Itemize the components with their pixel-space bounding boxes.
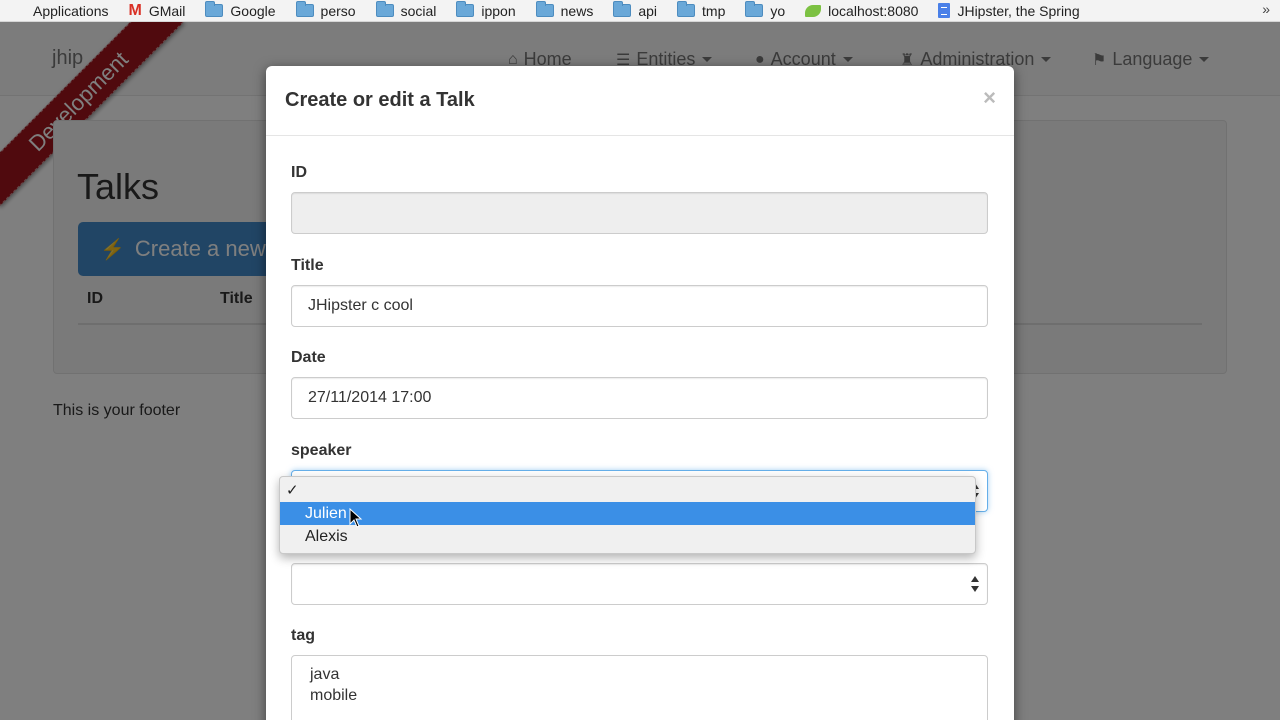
modal-header: Create or edit a Talk × [266,66,1014,136]
dropdown-option-julien[interactable]: Julien [280,502,975,525]
id-field [291,192,988,234]
bookmark-label: ippon [481,2,516,19]
folder-icon [375,1,394,17]
bookmark-jhipster[interactable]: JHipster, the Spring [938,2,1080,19]
bookmarks-overflow-icon[interactable]: » [1262,1,1270,17]
bookmark-api[interactable]: api [613,1,658,19]
bookmark-label: api [638,2,658,19]
dropdown-option-empty[interactable]: ✓ [280,478,975,501]
folder-icon [205,1,224,17]
title-label: Title [291,257,324,274]
bookmark-label: JHipster, the Spring [957,2,1080,19]
tag-label: tag [291,627,315,644]
bookmark-label: yo [770,2,786,19]
bookmark-localhost[interactable]: localhost:8080 [805,3,918,19]
mouse-cursor-icon [349,508,363,528]
bookmark-label: Google [230,2,276,19]
select-arrows-icon [971,576,979,594]
option-label: Alexis [305,527,348,545]
tag-line: mobile [310,687,358,704]
close-icon[interactable]: × [983,85,996,111]
bookmark-ippon[interactable]: ippon [456,1,516,19]
spring-leaf-icon [805,4,822,17]
modal-title: Create or edit a Talk [285,89,475,111]
gmail-icon: M [128,1,142,19]
id-label: ID [291,164,307,181]
option-label: Julien [305,504,347,522]
folder-icon [456,1,475,17]
title-field[interactable]: JHipster c cool [291,285,988,327]
bookmark-label: social [400,2,437,19]
bookmark-news[interactable]: news [535,1,594,19]
bookmark-social[interactable]: social [375,1,437,19]
folder-icon [745,1,764,17]
bookmark-label: news [560,2,594,19]
bookmark-perso[interactable]: perso [295,1,356,19]
tag-line: java [310,666,340,683]
talk-edit-modal: Create or edit a Talk × ID Title JHipste… [266,66,1014,720]
bookmark-gmail[interactable]: M GMail [129,2,186,20]
date-field[interactable]: 27/11/2014 17:00 [291,377,988,419]
document-icon [938,3,951,18]
folder-icon [295,1,314,17]
folder-icon [677,1,696,17]
date-label: Date [291,349,326,366]
bookmark-yo[interactable]: yo [745,1,786,19]
bookmark-label: localhost:8080 [828,2,919,19]
apps-icon [12,4,26,18]
second-select[interactable] [291,563,988,605]
bookmark-label: tmp [702,2,726,19]
bookmark-applications[interactable]: Applications [12,3,109,19]
bookmarks-bar: Applications M GMail Google perso social… [0,0,1280,22]
folder-icon [613,1,632,17]
speaker-dropdown-menu: ✓ Julien Alexis [279,476,976,554]
dropdown-option-alexis[interactable]: Alexis [280,525,975,548]
speaker-label: speaker [291,442,352,459]
bookmark-google[interactable]: Google [205,1,276,19]
bookmark-label: Applications [33,2,109,19]
bookmark-label: perso [320,2,356,19]
checkmark-icon: ✓ [286,481,299,499]
folder-icon [535,1,554,17]
bookmark-label: GMail [148,2,186,19]
bookmark-tmp[interactable]: tmp [677,1,726,19]
tag-field[interactable]: java mobile [291,655,988,720]
